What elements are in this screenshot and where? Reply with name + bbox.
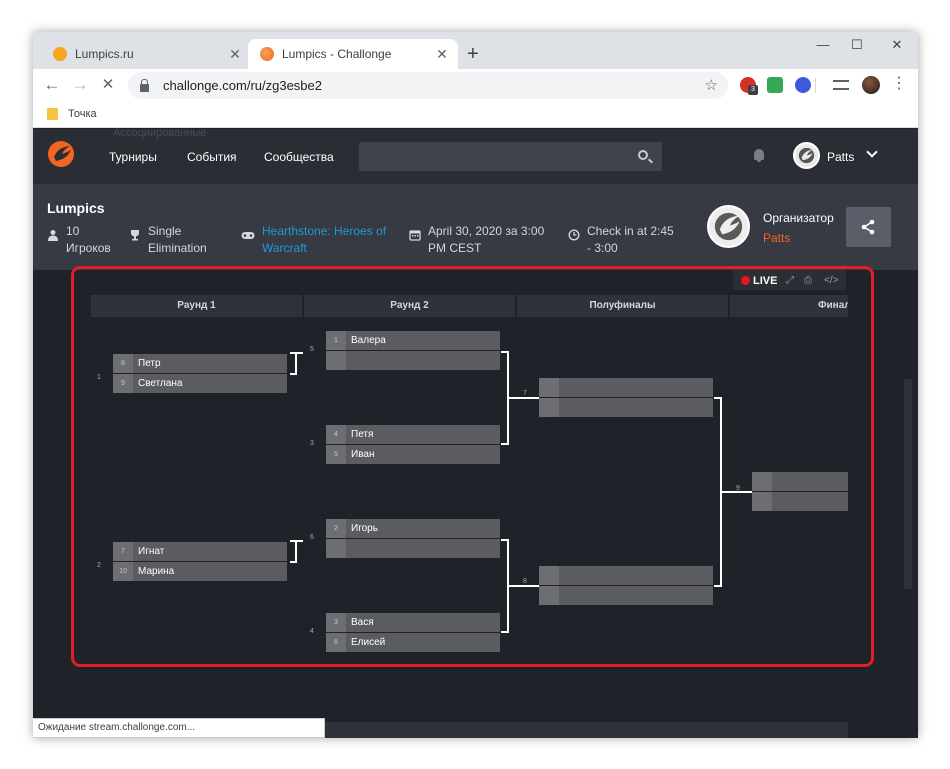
share-button[interactable] (846, 207, 891, 247)
vpn-extension-icon[interactable] (795, 77, 811, 93)
browser-toolbar: ← → ✕ challonge.com/ru/zg3esbe2 ☆ 3 ⋮ (33, 69, 918, 102)
tab-title: Lumpics - Challonge (282, 47, 392, 61)
game-link-line2[interactable]: Warcraft (262, 240, 386, 257)
browser-menu-icon[interactable]: ⋮ (888, 74, 910, 94)
share-icon (861, 219, 875, 235)
profile-avatar[interactable] (862, 76, 880, 94)
clock-icon (568, 229, 580, 241)
page-scrollbar[interactable] (904, 379, 912, 589)
maximize-button[interactable]: ☐ (842, 37, 872, 53)
challonge-logo-icon[interactable] (46, 139, 76, 169)
game-link-line1[interactable]: Hearthstone: Heroes of (262, 223, 386, 240)
players-meta: 10 Игроков (47, 223, 111, 257)
lock-icon (140, 78, 149, 92)
checkin-line2: - 3:00 (587, 241, 618, 255)
checkin-meta: Check in at 2:45 - 3:00 (568, 223, 674, 257)
date-line1: April 30, 2020 за 3:00 (428, 224, 545, 238)
organizer-logo-icon (714, 212, 743, 241)
stop-loading-button[interactable]: ✕ (97, 75, 119, 95)
calendar-icon (409, 230, 421, 241)
tournament-info-bar: Lumpics 10 Игроков Single Elimination Hear… (33, 184, 918, 270)
address-bar[interactable]: challonge.com/ru/zg3esbe2 ☆ (128, 72, 728, 99)
toolbar-divider (815, 78, 816, 93)
highlight-frame (71, 266, 874, 667)
search-icon[interactable] (638, 150, 648, 160)
close-tab-icon[interactable]: ✕ (225, 46, 245, 63)
lumpics-favicon-icon (53, 47, 67, 61)
forward-button[interactable]: → (69, 75, 91, 95)
user-name[interactable]: Patts (827, 150, 854, 164)
tournament-name: Lumpics (47, 200, 105, 216)
tab-title: Lumpics.ru (75, 47, 134, 61)
organizer-name-link[interactable]: Patts (763, 231, 790, 245)
format-line2: Elimination (148, 241, 207, 255)
close-window-button[interactable]: ✕ (882, 37, 912, 53)
players-label: Игроков (66, 241, 111, 255)
user-icon (48, 230, 58, 241)
nav-communities[interactable]: Сообщества (264, 150, 334, 164)
back-button[interactable]: ← (41, 75, 63, 95)
format-line1: Single (148, 224, 182, 238)
players-count: 10 (66, 224, 80, 238)
date-meta: April 30, 2020 за 3:00 PM CEST (409, 223, 544, 257)
tab-lumpics[interactable]: Lumpics.ru ✕ (41, 39, 251, 69)
checkin-line1: Check in at 2:45 (587, 224, 674, 238)
organizer-avatar[interactable] (707, 205, 750, 248)
extension-badge: 3 (748, 85, 758, 95)
user-logo-icon (798, 147, 815, 164)
new-tab-button[interactable]: + (467, 44, 479, 64)
nav-tournaments[interactable]: Турниры (109, 150, 157, 164)
bottom-panel (325, 722, 848, 738)
challonge-favicon-icon (260, 47, 274, 61)
browser-status-bar: Ожидание stream.challonge.com... (33, 718, 325, 738)
date-line2: PM CEST (428, 241, 482, 255)
bookmark-tochka[interactable]: Точка (47, 108, 97, 120)
tab-challonge[interactable]: Lumpics - Challonge ✕ (248, 39, 458, 69)
notifications-bell-icon[interactable] (754, 149, 764, 162)
bookmark-star-icon[interactable]: ☆ (705, 76, 718, 94)
game-meta: Hearthstone: Heroes of Warcraft (241, 223, 386, 257)
organizer-label: Организатор (763, 211, 834, 225)
minimize-button[interactable]: — (808, 37, 838, 52)
music-extension-icon[interactable] (767, 77, 783, 93)
close-tab-icon[interactable]: ✕ (432, 46, 452, 63)
bookmark-label: Точка (68, 108, 97, 120)
tab-strip: Lumpics.ru ✕ Lumpics - Challonge ✕ + — ☐… (33, 32, 918, 69)
nav-events[interactable]: События (187, 150, 237, 164)
trophy-icon (131, 230, 139, 241)
scrolled-ghost-text: Ассоциированные (113, 127, 207, 139)
browser-window: Lumpics.ru ✕ Lumpics - Challonge ✕ + — ☐… (33, 32, 918, 738)
user-avatar[interactable] (793, 142, 820, 169)
folder-icon (47, 108, 58, 120)
url-text: challonge.com/ru/zg3esbe2 (163, 78, 322, 93)
site-header: Ассоциированные Турниры События Сообщест… (33, 127, 918, 184)
bookmarks-bar: Точка (33, 102, 918, 128)
site-search-input[interactable] (359, 142, 662, 171)
reading-list-icon[interactable] (833, 80, 849, 90)
gamepad-icon (241, 232, 255, 239)
user-menu-chevron-icon[interactable] (866, 146, 878, 158)
format-meta: Single Elimination (129, 223, 207, 257)
